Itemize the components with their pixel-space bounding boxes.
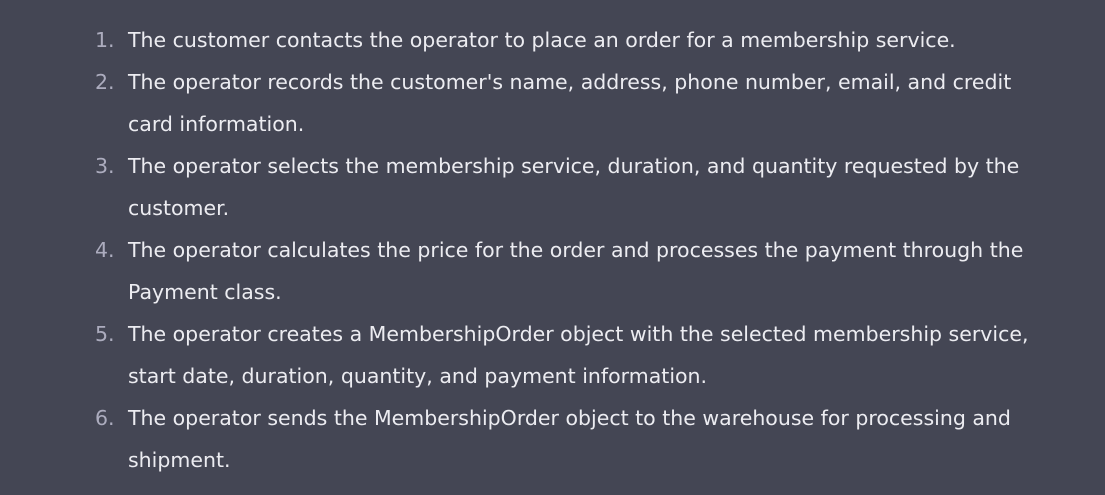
list-item: 1. The customer contacts the operator to… — [0, 19, 1105, 61]
list-item-text: The operator records the customer's name… — [128, 70, 1012, 136]
message-content: 1. The customer contacts the operator to… — [0, 0, 1105, 495]
list-item: 3. The operator selects the membership s… — [0, 145, 1105, 229]
list-item: 4. The operator calculates the price for… — [0, 229, 1105, 313]
list-item-number: 6. — [95, 406, 115, 430]
list-item-text: The operator creates a MembershipOrder o… — [128, 322, 1029, 388]
list-item-number: 1. — [95, 28, 115, 52]
list-item: 2. The operator records the customer's n… — [0, 61, 1105, 145]
list-item-text: The operator selects the membership serv… — [128, 154, 1020, 220]
numbered-step-list: 1. The customer contacts the operator to… — [0, 19, 1105, 481]
list-item-number: 5. — [95, 322, 115, 346]
list-item-text: The operator calculates the price for th… — [128, 238, 1024, 304]
list-item-number: 2. — [95, 70, 115, 94]
list-item-number: 4. — [95, 238, 115, 262]
list-item: 6. The operator sends the MembershipOrde… — [0, 397, 1105, 481]
list-item-number: 3. — [95, 154, 115, 178]
list-item: 5. The operator creates a MembershipOrde… — [0, 313, 1105, 397]
list-item-text: The operator sends the MembershipOrder o… — [128, 406, 1011, 472]
list-item-text: The customer contacts the operator to pl… — [128, 28, 956, 52]
